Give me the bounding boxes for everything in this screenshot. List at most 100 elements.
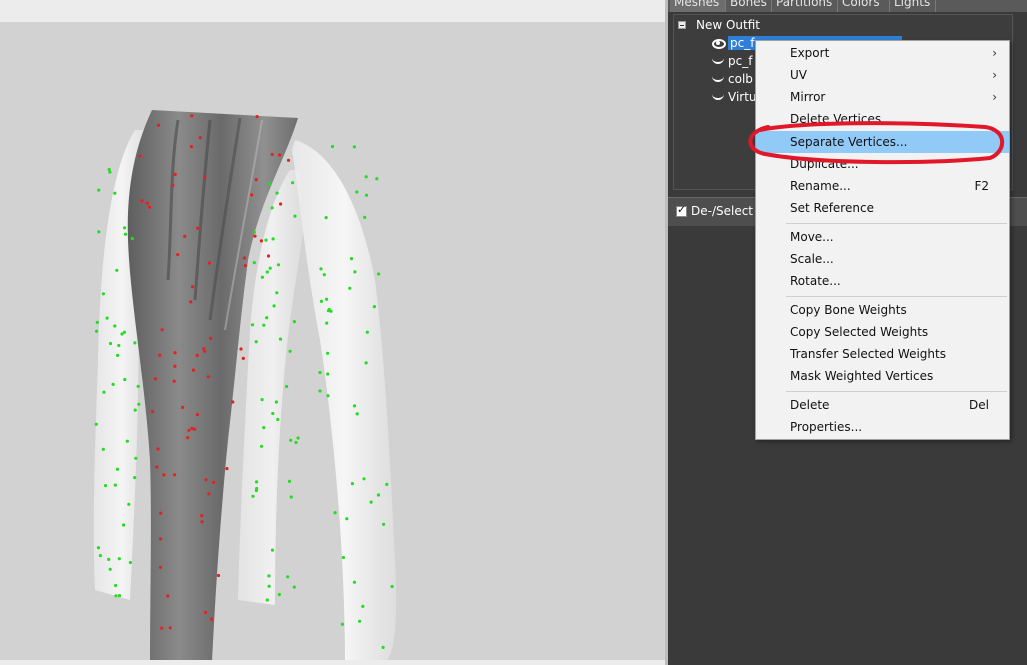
- vertex-point: [250, 193, 254, 197]
- vertex-point: [325, 321, 329, 325]
- menu-item-copy-bone-weights[interactable]: Copy Bone Weights: [756, 299, 1009, 321]
- vertex-point: [252, 261, 256, 265]
- vertex-point: [255, 115, 259, 119]
- 3d-viewport[interactable]: [0, 0, 667, 665]
- vertex-point: [277, 153, 282, 157]
- menu-item-copy-selected-weights[interactable]: Copy Selected Weights: [756, 321, 1009, 343]
- vertex-point: [128, 560, 132, 565]
- vertex-point: [173, 351, 177, 355]
- vertex-point: [172, 379, 176, 383]
- menu-item-mirror[interactable]: Mirror ›: [756, 86, 1009, 108]
- menu-item-label: Separate Vertices...: [790, 135, 908, 149]
- tab-colors[interactable]: Colors: [838, 0, 890, 12]
- tree-item[interactable]: colb: [711, 71, 753, 87]
- vertex-point: [322, 273, 326, 277]
- tree-root[interactable]: New Outfit: [678, 17, 760, 33]
- vertex-point: [326, 309, 331, 313]
- vertex-point: [158, 353, 162, 357]
- vertex-point: [176, 253, 180, 257]
- vertex-point: [108, 341, 113, 346]
- tree-item-label: colb: [728, 72, 753, 86]
- vertex-point: [265, 316, 269, 320]
- vertex-point: [95, 320, 99, 324]
- menu-item-label: Delete: [790, 398, 830, 412]
- eye-open-icon[interactable]: [711, 39, 726, 49]
- vertex-point: [97, 188, 101, 192]
- tab-meshes[interactable]: Meshes: [670, 0, 726, 12]
- vertex-point: [288, 349, 292, 353]
- tree-item[interactable]: Virtu: [711, 89, 757, 105]
- vertex-point: [364, 361, 368, 365]
- menu-item-label: Mask Weighted Vertices: [790, 369, 934, 383]
- menu-item-mask-weighted-vertices[interactable]: Mask Weighted Vertices: [756, 365, 1009, 387]
- vertex-point: [262, 426, 266, 430]
- menu-item-set-reference[interactable]: Set Reference: [756, 197, 1009, 219]
- context-menu: Export › UV › Mirror › Delete Vertices Sepa…: [755, 40, 1010, 440]
- vertex-point: [162, 473, 166, 477]
- vertex-point: [352, 580, 357, 584]
- vertex-point: [113, 324, 117, 328]
- vertex-point: [324, 216, 328, 220]
- collapse-icon[interactable]: [678, 21, 686, 29]
- vertex-point: [259, 444, 264, 448]
- menu-item-transfer-selected-weights[interactable]: Transfer Selected Weights: [756, 343, 1009, 365]
- menu-item-delete[interactable]: Delete Del: [756, 394, 1009, 416]
- menu-separator: [786, 296, 1007, 297]
- vertex-point: [364, 193, 369, 197]
- vertex-point: [107, 557, 111, 562]
- eye-closed-icon[interactable]: [711, 75, 725, 83]
- vertex-point: [277, 592, 281, 597]
- vertex-point: [278, 337, 283, 341]
- tree-item[interactable]: pc_f: [711, 53, 752, 69]
- mesh-render[interactable]: [0, 0, 667, 665]
- menu-item-move[interactable]: Move...: [756, 226, 1009, 248]
- vertex-point: [117, 557, 121, 561]
- menu-item-uv[interactable]: UV ›: [756, 64, 1009, 86]
- vertex-point: [136, 384, 140, 388]
- menu-item-properties[interactable]: Properties...: [756, 416, 1009, 438]
- vertex-point: [272, 304, 276, 308]
- chevron-right-icon: ›: [992, 90, 997, 104]
- vertex-point: [190, 285, 195, 289]
- menu-item-label: Copy Selected Weights: [790, 325, 929, 339]
- vertex-point: [385, 482, 389, 486]
- tab-partitions[interactable]: Partitions: [772, 0, 838, 12]
- vertex-point: [326, 351, 330, 355]
- vertex-point: [369, 500, 373, 504]
- vertex-point: [271, 411, 275, 416]
- vertex-point: [96, 546, 101, 550]
- vertex-point: [137, 402, 141, 406]
- vertex-point: [330, 144, 335, 149]
- vertex-point: [361, 604, 365, 609]
- menu-item-label: UV: [790, 68, 807, 82]
- vertex-point: [115, 268, 119, 272]
- vertex-point: [204, 610, 208, 615]
- menu-item-scale[interactable]: Scale...: [756, 248, 1009, 270]
- eye-closed-icon[interactable]: [711, 57, 725, 65]
- vertex-point: [98, 554, 102, 558]
- vertex-point: [117, 343, 121, 348]
- vertex-point: [265, 598, 269, 602]
- menu-item-delete-vertices[interactable]: Delete Vertices: [756, 108, 1009, 130]
- tree-item-label: pc_f: [728, 54, 753, 68]
- vertex-point: [289, 438, 293, 442]
- vertex-point: [206, 375, 210, 379]
- menu-item-rename[interactable]: Rename... F2: [756, 175, 1009, 197]
- menu-item-separate-vertices[interactable]: Separate Vertices...: [756, 131, 1009, 153]
- vertex-point: [267, 182, 272, 186]
- vertex-point: [294, 440, 298, 445]
- vertex-point: [293, 214, 297, 218]
- vertex-point: [148, 205, 152, 209]
- menu-item-duplicate[interactable]: Duplicate...: [756, 153, 1009, 175]
- vertex-point: [101, 292, 105, 296]
- vertex-point: [287, 479, 292, 483]
- menu-item-export[interactable]: Export ›: [756, 42, 1009, 64]
- vertex-point: [207, 261, 211, 265]
- deselect-checkbox[interactable]: [676, 203, 687, 217]
- tab-lights[interactable]: Lights: [890, 0, 936, 12]
- eye-closed-icon[interactable]: [711, 93, 725, 101]
- vertex-point: [114, 594, 118, 598]
- vertex-point: [254, 178, 258, 182]
- menu-item-rotate[interactable]: Rotate...: [756, 270, 1009, 292]
- tab-bones[interactable]: Bones: [726, 0, 772, 12]
